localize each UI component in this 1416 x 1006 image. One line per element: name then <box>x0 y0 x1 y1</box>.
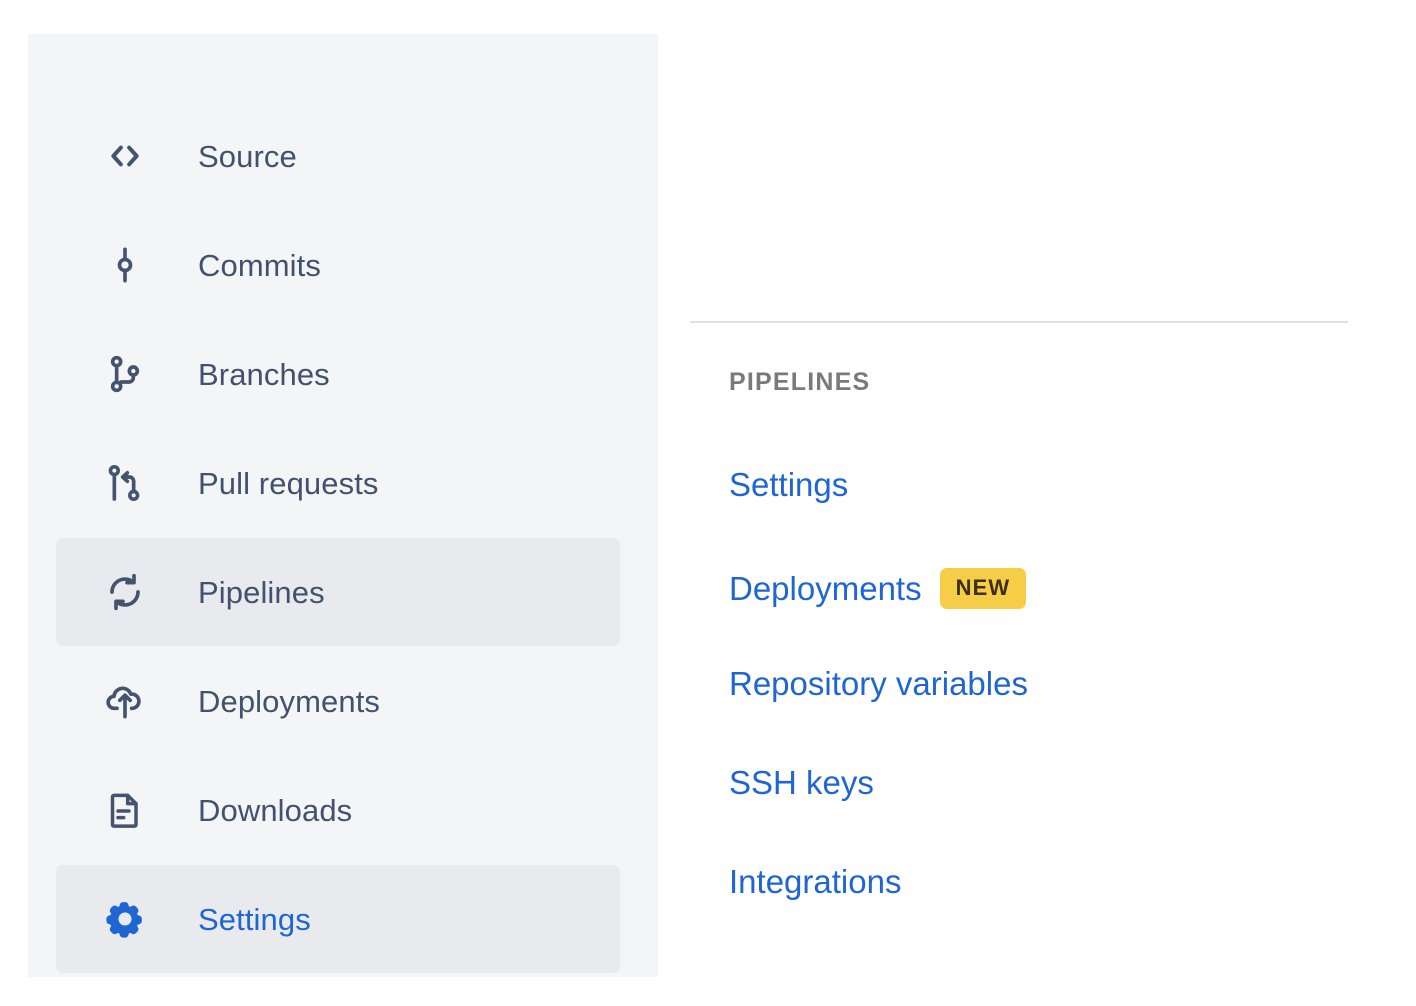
panel-link-ssh-keys[interactable]: SSH keys <box>729 766 874 799</box>
sidebar-item-commits[interactable]: Commits <box>56 211 620 319</box>
sidebar-item-label: Pipelines <box>198 574 325 610</box>
sidebar-item-source[interactable]: Source <box>56 102 620 210</box>
sidebar-item-deployments[interactable]: Deployments <box>56 647 620 755</box>
panel-link-deployments[interactable]: Deployments <box>729 572 922 605</box>
pull-request-icon <box>102 460 148 506</box>
panel-link-row: SSH keys <box>729 766 874 799</box>
panel-link-row: Deployments NEW <box>729 568 1027 609</box>
sidebar-item-pipelines[interactable]: Pipelines <box>56 538 620 646</box>
panel-section-heading: PIPELINES <box>729 368 871 396</box>
panel-link-repository-variables[interactable]: Repository variables <box>729 667 1028 700</box>
commit-icon <box>102 242 148 288</box>
sidebar-item-label: Source <box>198 138 297 174</box>
sidebar-item-label: Branches <box>198 356 330 392</box>
gear-icon <box>102 896 148 942</box>
panel-link-row: Settings <box>729 468 848 501</box>
sidebar-item-label: Settings <box>198 901 311 937</box>
new-badge: NEW <box>939 568 1027 609</box>
sidebar-item-label: Deployments <box>198 683 381 719</box>
sidebar-item-label: Downloads <box>198 792 353 828</box>
sidebar-item-label: Commits <box>198 247 321 283</box>
sidebar-item-label: Pull requests <box>198 465 379 501</box>
sidebar-item-branches[interactable]: Branches <box>56 320 620 428</box>
panel-link-settings[interactable]: Settings <box>729 468 848 501</box>
sidebar-item-pull-requests[interactable]: Pull requests <box>56 429 620 537</box>
panel-link-integrations[interactable]: Integrations <box>729 865 901 898</box>
pipelines-settings-panel: PIPELINES Settings Deployments NEW Repos… <box>690 0 1390 1006</box>
sidebar-item-settings[interactable]: Settings <box>56 865 620 973</box>
sync-arrows-icon <box>102 569 148 615</box>
panel-link-row: Repository variables <box>729 667 1028 700</box>
document-icon <box>102 787 148 833</box>
cloud-upload-icon <box>102 678 148 724</box>
code-brackets-icon <box>102 133 148 179</box>
panel-divider <box>690 321 1348 323</box>
sidebar-item-downloads[interactable]: Downloads <box>56 756 620 864</box>
repository-sidebar: Source Commits Branches Pull requests Pi… <box>28 34 658 977</box>
branch-icon <box>102 351 148 397</box>
panel-link-row: Integrations <box>729 865 901 898</box>
